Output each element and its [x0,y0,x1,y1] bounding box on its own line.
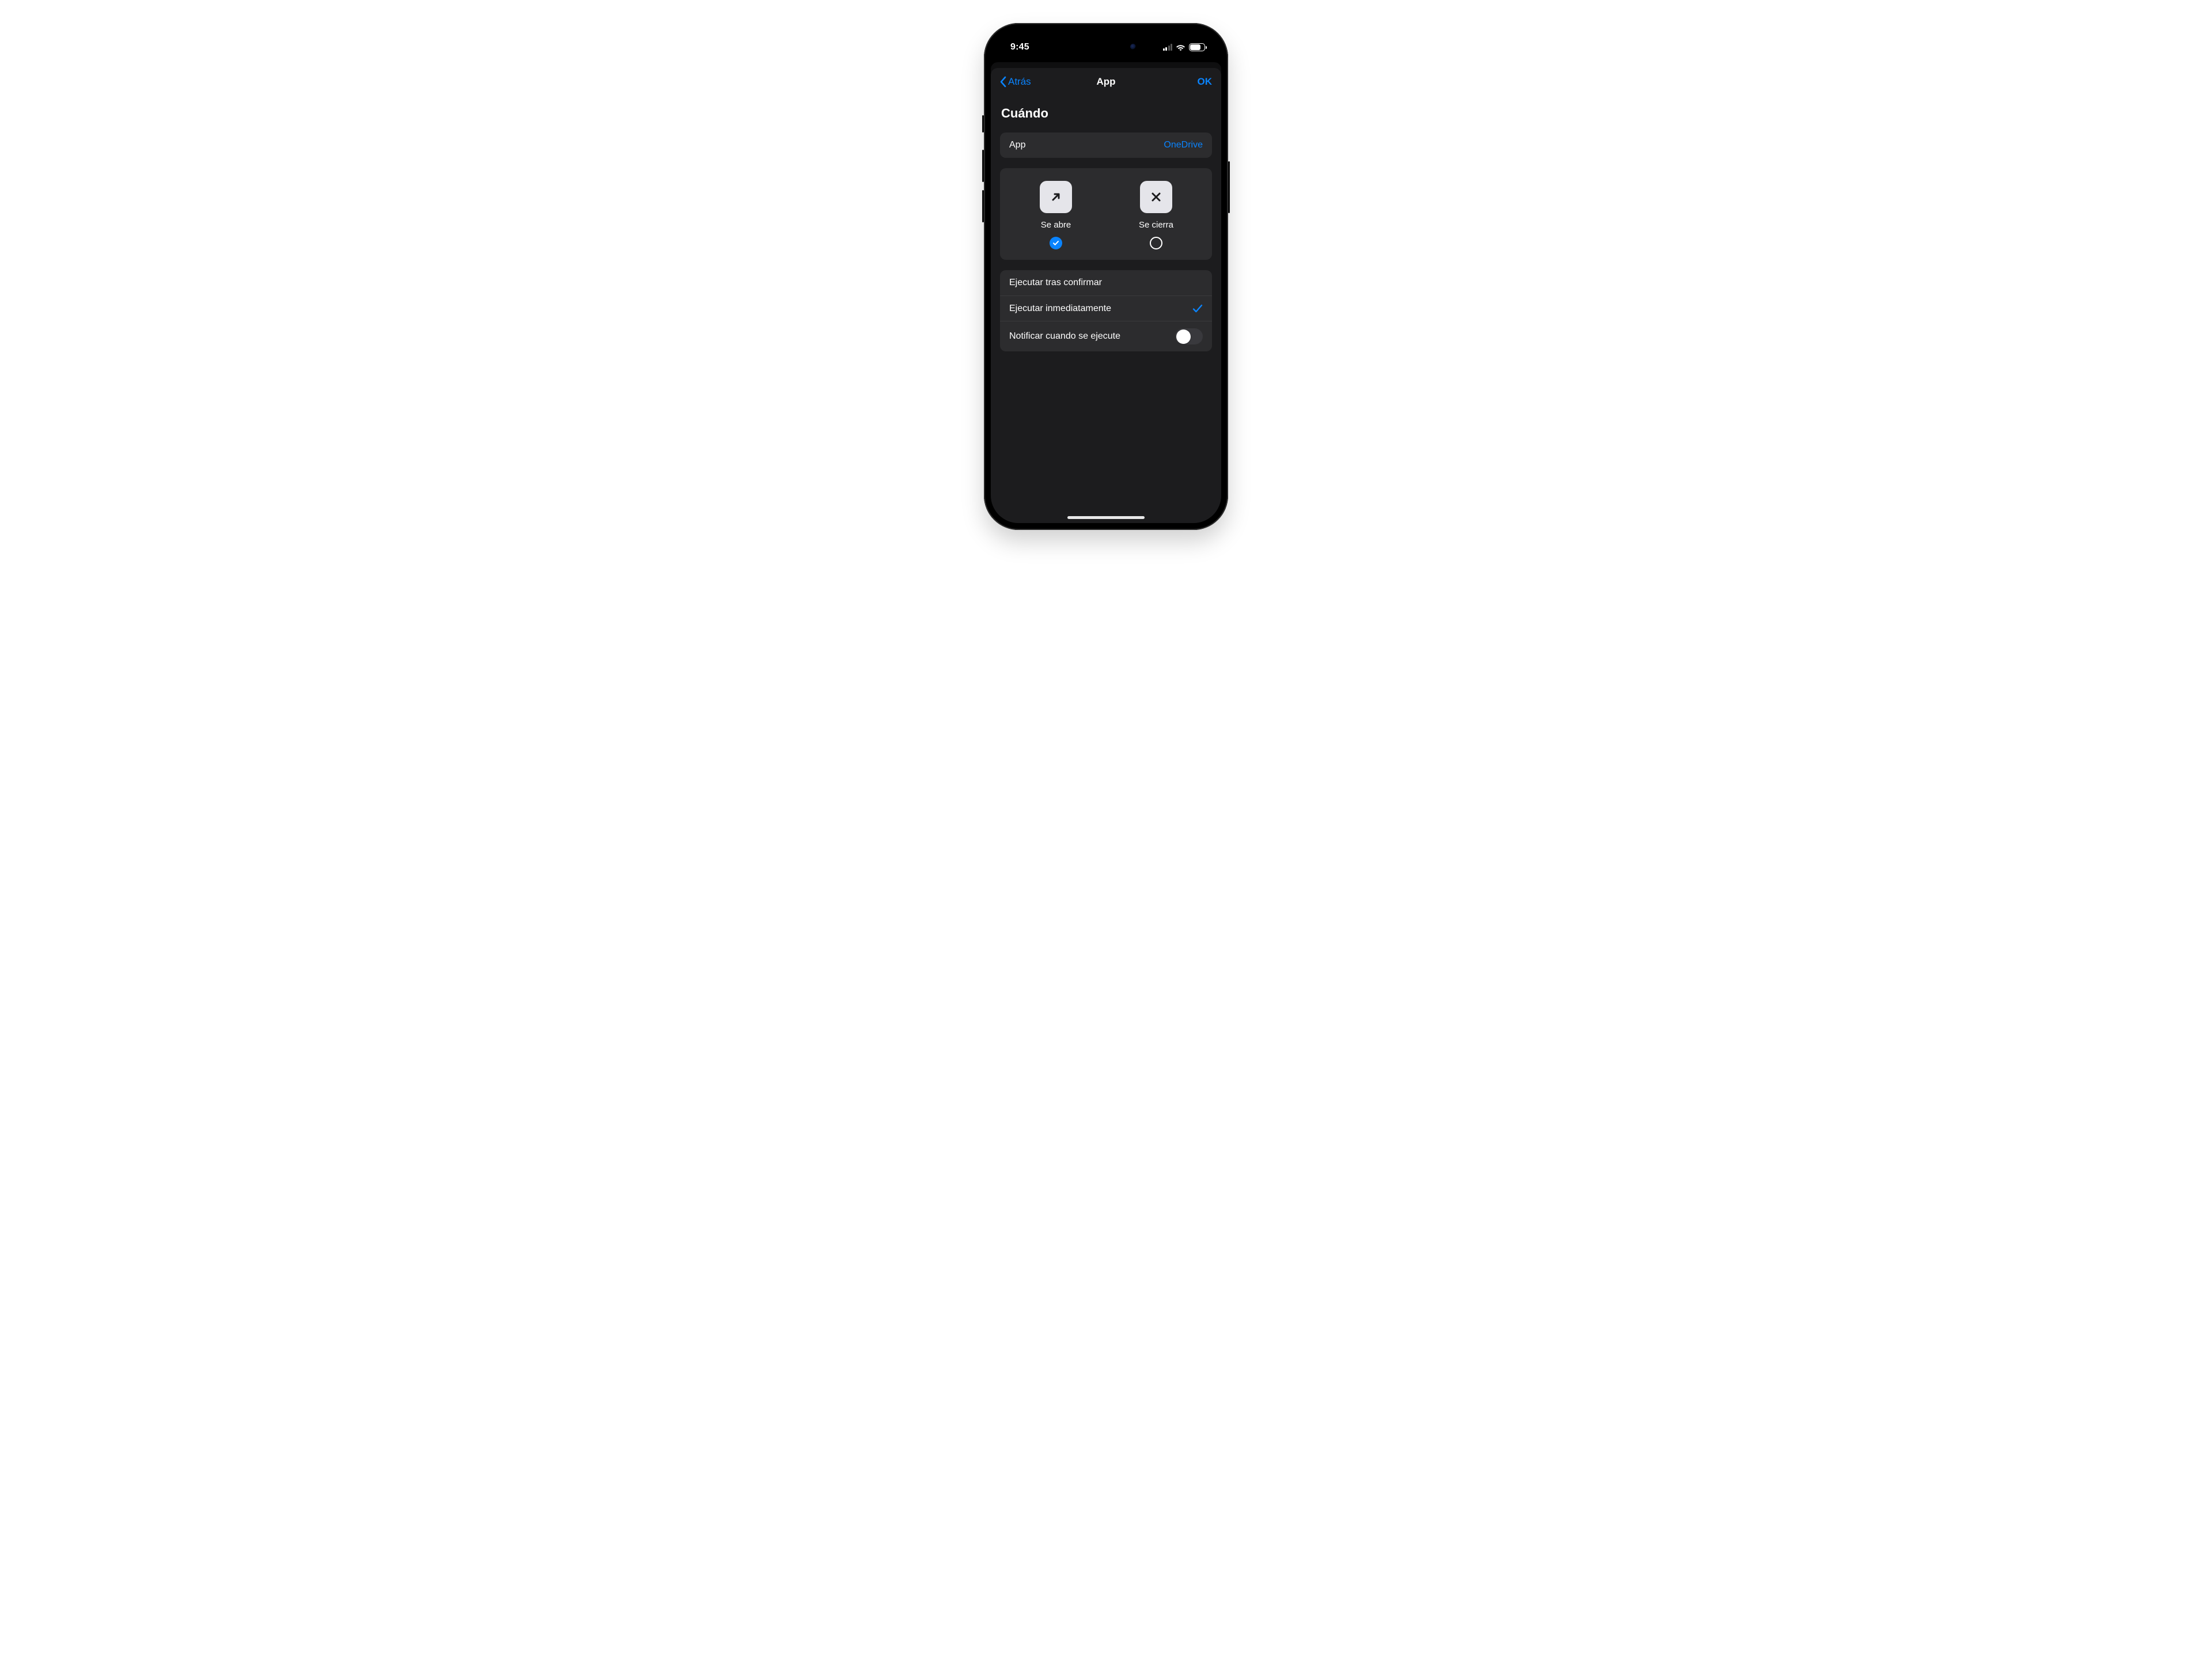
ok-button[interactable]: OK [1198,76,1213,88]
trigger-close-radio[interactable] [1150,237,1162,249]
modal-sheet: Atrás App OK Cuándo App OneDrive [991,68,1221,523]
trigger-open-radio[interactable] [1050,237,1062,249]
screen: 9:45 73 [991,30,1221,523]
content: Cuándo App OneDrive [991,96,1221,351]
trigger-close-label: Se cierra [1139,220,1173,230]
side-button [1228,161,1230,213]
back-label: Atrás [1008,76,1031,88]
home-indicator[interactable] [1067,516,1145,519]
back-button[interactable]: Atrás [1000,76,1031,88]
check-icon [1052,240,1059,247]
silence-switch [982,115,984,132]
run-immediate-row[interactable]: Ejecutar inmediatamente [1000,296,1212,321]
status-time: 9:45 [1010,39,1029,52]
trigger-option-open[interactable]: Se abre [1006,181,1106,249]
battery-percent: 73 [1194,44,1200,50]
front-camera [1130,44,1136,50]
notify-toggle[interactable] [1175,328,1203,344]
cellular-icon [1163,44,1173,51]
trigger-option-close[interactable]: Se cierra [1106,181,1206,249]
app-selector-row[interactable]: App OneDrive [1000,132,1212,158]
app-selector-label: App [1009,140,1025,150]
run-confirm-row[interactable]: Ejecutar tras confirmar [1000,270,1212,296]
chevron-left-icon [1000,76,1007,88]
trigger-options-card: Se abre [1000,168,1212,260]
volume-up-button [982,150,984,182]
trigger-open-label: Se abre [1041,220,1071,230]
check-icon [1192,304,1203,314]
canvas: 9:45 73 [737,0,1475,553]
app-selector-card: App OneDrive [1000,132,1212,158]
section-title: Cuándo [1001,106,1211,121]
volume-down-button [982,190,984,222]
app-selector-value: OneDrive [1164,140,1203,150]
nav-bar: Atrás App OK [991,68,1221,96]
phone-frame: 9:45 73 [984,23,1228,530]
battery-icon: 73 [1189,43,1205,51]
run-immediate-label: Ejecutar inmediatamente [1009,304,1111,314]
run-confirm-label: Ejecutar tras confirmar [1009,278,1102,288]
nav-title: App [1096,76,1115,88]
dynamic-island [1070,37,1142,56]
close-icon [1140,181,1172,213]
notify-row[interactable]: Notificar cuando se ejecute [1000,321,1212,351]
status-icons: 73 [1163,40,1206,51]
notify-label: Notificar cuando se ejecute [1009,331,1120,342]
run-options-card: Ejecutar tras confirmar Ejecutar inmedia… [1000,270,1212,351]
wifi-icon [1176,44,1185,51]
open-icon [1040,181,1072,213]
